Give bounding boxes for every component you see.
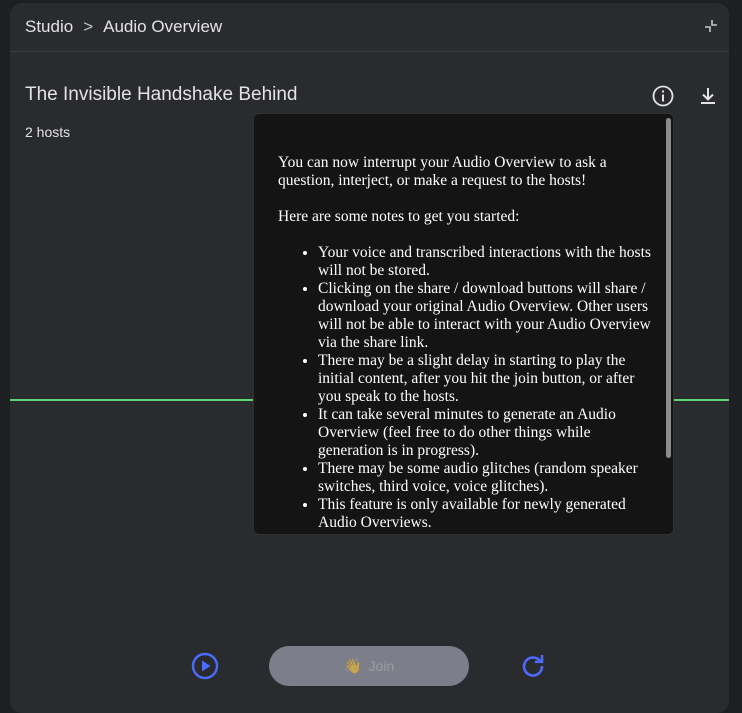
list-item: This feature is only available for newly… <box>318 496 653 532</box>
breadcrumb: Studio > Audio Overview <box>25 17 222 37</box>
list-item: There may be some audio glitches (random… <box>318 460 653 496</box>
join-label: Join <box>368 658 395 674</box>
list-item: Clicking on the share / download buttons… <box>318 280 653 352</box>
tooltip-intro: You can now interrupt your Audio Overvie… <box>278 154 607 189</box>
list-item: There may be a slight delay in starting … <box>318 352 653 406</box>
hosts-count: 2 hosts <box>25 124 71 140</box>
tooltip-scrollbar-thumb[interactable] <box>666 118 671 458</box>
refresh-icon[interactable] <box>519 652 547 680</box>
tooltip-notes-list: Your voice and transcribed interactions … <box>278 244 663 532</box>
playback-controls: 👋 Join <box>10 643 729 687</box>
waving-hand-icon: 👋 <box>343 658 363 675</box>
tooltip-scrollbar[interactable] <box>665 118 671 530</box>
list-item: Your voice and transcribed interactions … <box>318 244 653 280</box>
breadcrumb-audio-overview: Audio Overview <box>103 17 223 36</box>
overview-title-row: The Invisible Handshake Behind <box>25 82 715 112</box>
overview-title: The Invisible Handshake Behind <box>25 84 298 105</box>
list-item: It can take several minutes to generate … <box>318 406 653 460</box>
tooltip-notes-heading: Here are some notes to get you started: <box>278 208 520 225</box>
tooltip-content[interactable]: You can now interrupt your Audio Overvie… <box>254 114 663 534</box>
info-icon[interactable] <box>651 84 675 108</box>
breadcrumb-studio[interactable]: Studio <box>25 17 73 37</box>
breadcrumb-separator: > <box>83 17 94 36</box>
panel-header: Studio > Audio Overview <box>10 3 729 52</box>
join-button[interactable]: 👋 Join <box>269 646 469 686</box>
download-icon[interactable] <box>696 84 720 108</box>
audio-overview-panel: Studio > Audio Overview The Invisible Ha… <box>10 3 729 713</box>
interactive-mode-tooltip: You can now interrupt your Audio Overvie… <box>253 113 674 535</box>
play-icon[interactable] <box>190 651 220 681</box>
collapse-icon[interactable] <box>703 18 719 34</box>
